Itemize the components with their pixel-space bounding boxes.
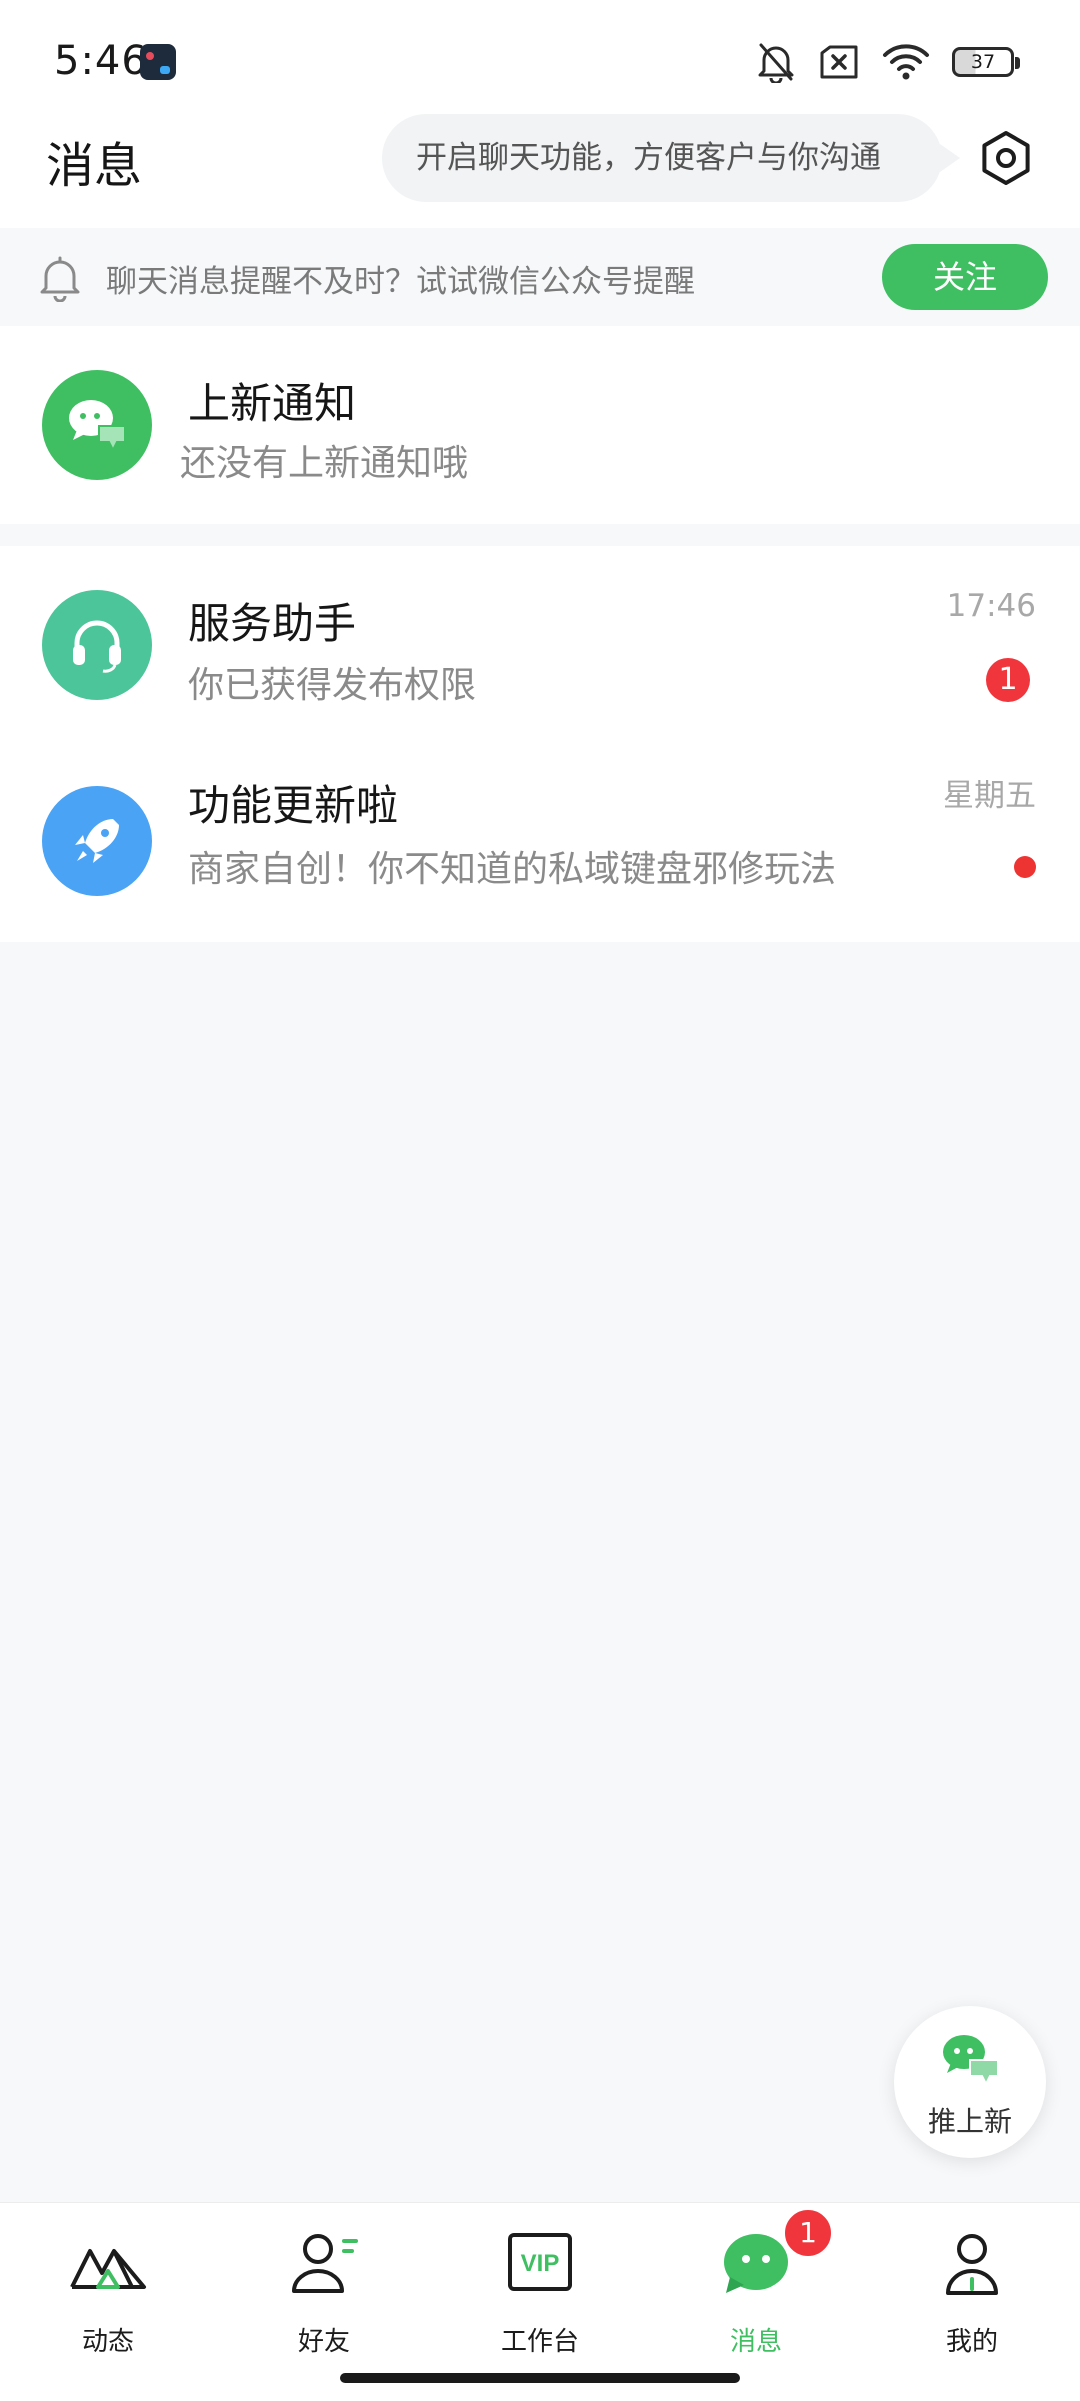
tab-label: 好友 (297, 2327, 350, 2357)
wechat-chat-icon (69, 400, 126, 453)
bottom-tab-bar: 动态 好友 VIP 工作台 1 消息 我的 (0, 2202, 1080, 2401)
unread-count-badge: 1 (986, 658, 1030, 702)
status-time: 5:46 (54, 38, 148, 84)
page-title: 消息 (46, 138, 143, 194)
tab-label: 动态 (81, 2327, 134, 2357)
bell-icon (40, 256, 80, 302)
tab-label: 我的 (945, 2327, 998, 2357)
header: 消息 开启聊天功能，方便客户与你沟通 (0, 110, 1080, 228)
conversation-time: 星期五 (943, 778, 1036, 814)
conversation-title: 功能更新啦 (188, 781, 399, 830)
profile-icon (946, 2234, 998, 2295)
messages-unread-badge: 1 (782, 2207, 834, 2259)
conversation-time: 17:46 (946, 588, 1036, 624)
push-new-label: 推上新 (927, 2105, 1012, 2138)
reminder-text: 聊天消息提醒不及时？试试微信公众号提醒 (106, 264, 695, 300)
wechat-chat-icon (943, 2035, 999, 2087)
wifi-icon (883, 44, 929, 80)
rocket-icon (75, 819, 119, 863)
battery-indicator: 37 (952, 47, 1020, 77)
battery-level: 37 (970, 51, 996, 73)
conversation-title: 服务助手 (188, 599, 357, 648)
notification-app-icon (140, 44, 176, 80)
conversation-list: 服务助手 你已获得发布权限 17:46 1 功能更新啦 商家自创！你不知道的私域… (0, 546, 1080, 942)
friends-icon (292, 2234, 358, 2293)
conversation-item-feature-update[interactable]: 功能更新啦 商家自创！你不知道的私域键盘邪修玩法 星期五 (0, 744, 1080, 942)
follow-button[interactable]: 关注 (882, 244, 1048, 310)
headset-icon (73, 620, 121, 673)
mute-bell-icon (758, 43, 794, 83)
feed-icon (70, 2249, 146, 2289)
chat-function-tip[interactable]: 开启聊天功能，方便客户与你沟通 (382, 114, 960, 202)
home-indicator[interactable] (340, 2373, 740, 2383)
tab-profile[interactable]: 我的 (864, 2203, 1080, 2357)
new-arrival-avatar (42, 370, 152, 480)
tab-label: 消息 (729, 2327, 782, 2357)
settings-icon[interactable] (978, 130, 1034, 186)
new-arrival-row[interactable]: 上新通知 还没有上新通知哦 (0, 326, 1080, 524)
tab-feed[interactable]: 动态 (0, 2203, 216, 2357)
new-arrival-title: 上新通知 (188, 379, 357, 428)
tab-messages[interactable]: 1 消息 (648, 2203, 864, 2357)
new-arrival-section: 上新通知 还没有上新通知哦 (0, 326, 1080, 524)
conversation-preview: 你已获得发布权限 (188, 665, 477, 706)
vip-workbench-icon: VIP (508, 2233, 572, 2291)
tab-label: 工作台 (500, 2327, 579, 2357)
conversation-item-service-assistant[interactable]: 服务助手 你已获得发布权限 17:46 1 (0, 546, 1080, 744)
service-assistant-avatar (42, 590, 152, 700)
feature-update-avatar (42, 786, 152, 896)
vip-icon-text: VIP (521, 2250, 560, 2277)
tab-workbench[interactable]: VIP 工作台 (432, 2203, 648, 2357)
no-sim-icon (820, 45, 858, 79)
status-icons: 37 (756, 40, 1020, 84)
tab-friends[interactable]: 好友 (216, 2203, 432, 2357)
status-bar: 5:46 37 (0, 0, 1080, 110)
conversation-preview: 商家自创！你不知道的私域键盘邪修玩法 (188, 849, 837, 890)
wechat-reminder-bar: 聊天消息提醒不及时？试试微信公众号提醒 关注 (0, 228, 1080, 326)
new-arrival-subtitle: 还没有上新通知哦 (180, 443, 469, 484)
unread-dot (1014, 856, 1036, 878)
push-new-button[interactable]: 推上新 (894, 2006, 1046, 2158)
